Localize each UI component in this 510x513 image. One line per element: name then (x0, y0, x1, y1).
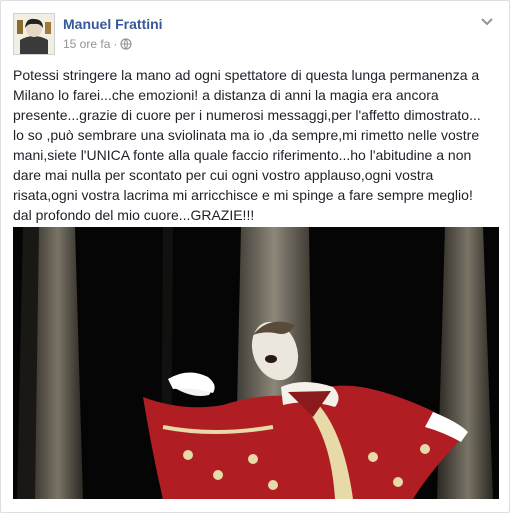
post-card: Manuel Frattini 15 ore fa · Potessi strin… (0, 0, 510, 513)
author-name[interactable]: Manuel Frattini (63, 16, 163, 32)
post-meta: 15 ore fa · (63, 37, 132, 53)
post-text: Potessi stringere la mano ad ogni spetta… (13, 65, 501, 225)
post-header: Manuel Frattini 15 ore fa · (13, 13, 499, 57)
meta-separator: · (113, 37, 118, 51)
post-text-line: presente...grazie di cuore per i numeros… (13, 107, 481, 123)
post-text-line: Potessi stringere la mano ad ogni spetta… (13, 67, 480, 83)
chevron-down-icon[interactable] (479, 13, 495, 29)
avatar[interactable] (13, 13, 55, 55)
globe-icon[interactable] (120, 38, 132, 53)
timestamp[interactable]: 15 ore fa (63, 37, 110, 51)
post-text-line: risata,ogni vostra lacrima mi arricchisc… (13, 187, 473, 203)
avatar-image (14, 14, 54, 54)
post-text-line: mani,siete l'UNICA fonte alla quale facc… (13, 147, 472, 163)
post-text-line: dal profondo del mio cuore...GRAZIE!!! (13, 207, 255, 223)
post-text-line: lo so ,può sembrare una sviolinata ma io… (13, 127, 480, 143)
stage-photo (13, 227, 499, 499)
post-text-line: Milano lo farei...che emozioni! a distan… (13, 87, 439, 103)
post-text-line: dare mai nulla per scontato per cui ogni… (13, 167, 434, 183)
post-photo[interactable] (13, 227, 499, 499)
